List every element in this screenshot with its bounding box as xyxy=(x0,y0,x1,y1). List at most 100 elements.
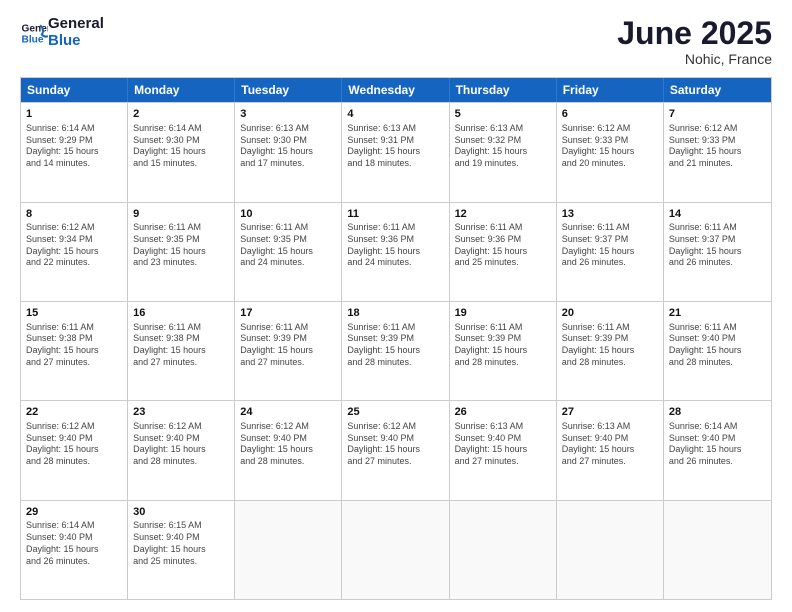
cal-cell xyxy=(450,501,557,599)
day-number: 23 xyxy=(133,405,229,420)
day-info: Sunrise: 6:11 AMSunset: 9:39 PMDaylight:… xyxy=(562,322,658,369)
cal-cell: 19Sunrise: 6:11 AMSunset: 9:39 PMDayligh… xyxy=(450,302,557,400)
day-number: 13 xyxy=(562,207,658,222)
day-info: Sunrise: 6:11 AMSunset: 9:38 PMDaylight:… xyxy=(26,322,122,369)
day-info: Sunrise: 6:11 AMSunset: 9:39 PMDaylight:… xyxy=(347,322,443,369)
cal-cell: 18Sunrise: 6:11 AMSunset: 9:39 PMDayligh… xyxy=(342,302,449,400)
logo-general: General xyxy=(48,16,104,33)
day-info: Sunrise: 6:11 AMSunset: 9:37 PMDaylight:… xyxy=(669,222,766,269)
day-number: 8 xyxy=(26,207,122,222)
day-number: 29 xyxy=(26,505,122,520)
day-number: 15 xyxy=(26,306,122,321)
cal-cell: 21Sunrise: 6:11 AMSunset: 9:40 PMDayligh… xyxy=(664,302,771,400)
day-info: Sunrise: 6:11 AMSunset: 9:39 PMDaylight:… xyxy=(455,322,551,369)
calendar-title: June 2025 xyxy=(617,16,772,51)
day-info: Sunrise: 6:13 AMSunset: 9:40 PMDaylight:… xyxy=(455,421,551,468)
cal-cell: 24Sunrise: 6:12 AMSunset: 9:40 PMDayligh… xyxy=(235,401,342,499)
col-saturday: Saturday xyxy=(664,78,771,102)
day-number: 21 xyxy=(669,306,766,321)
day-number: 6 xyxy=(562,107,658,122)
cal-cell: 25Sunrise: 6:12 AMSunset: 9:40 PMDayligh… xyxy=(342,401,449,499)
cal-cell: 22Sunrise: 6:12 AMSunset: 9:40 PMDayligh… xyxy=(21,401,128,499)
day-number: 4 xyxy=(347,107,443,122)
cal-cell: 4Sunrise: 6:13 AMSunset: 9:31 PMDaylight… xyxy=(342,103,449,201)
day-info: Sunrise: 6:11 AMSunset: 9:40 PMDaylight:… xyxy=(669,322,766,369)
cal-cell: 9Sunrise: 6:11 AMSunset: 9:35 PMDaylight… xyxy=(128,203,235,301)
day-number: 20 xyxy=(562,306,658,321)
cal-cell: 10Sunrise: 6:11 AMSunset: 9:35 PMDayligh… xyxy=(235,203,342,301)
svg-text:General: General xyxy=(22,23,48,34)
day-info: Sunrise: 6:11 AMSunset: 9:35 PMDaylight:… xyxy=(133,222,229,269)
day-number: 30 xyxy=(133,505,229,520)
day-info: Sunrise: 6:12 AMSunset: 9:33 PMDaylight:… xyxy=(562,123,658,170)
page: General Blue General Blue June 2025 Nohi… xyxy=(0,0,792,612)
day-number: 7 xyxy=(669,107,766,122)
day-info: Sunrise: 6:11 AMSunset: 9:38 PMDaylight:… xyxy=(133,322,229,369)
day-number: 5 xyxy=(455,107,551,122)
col-sunday: Sunday xyxy=(21,78,128,102)
day-info: Sunrise: 6:12 AMSunset: 9:33 PMDaylight:… xyxy=(669,123,766,170)
day-number: 26 xyxy=(455,405,551,420)
col-wednesday: Wednesday xyxy=(342,78,449,102)
cal-cell: 30Sunrise: 6:15 AMSunset: 9:40 PMDayligh… xyxy=(128,501,235,599)
calendar: Sunday Monday Tuesday Wednesday Thursday… xyxy=(20,77,772,600)
cal-cell xyxy=(342,501,449,599)
cal-cell: 13Sunrise: 6:11 AMSunset: 9:37 PMDayligh… xyxy=(557,203,664,301)
week-row-1: 1Sunrise: 6:14 AMSunset: 9:29 PMDaylight… xyxy=(21,102,771,201)
calendar-subtitle: Nohic, France xyxy=(617,51,772,67)
day-number: 1 xyxy=(26,107,122,122)
week-row-2: 8Sunrise: 6:12 AMSunset: 9:34 PMDaylight… xyxy=(21,202,771,301)
day-number: 28 xyxy=(669,405,766,420)
day-number: 16 xyxy=(133,306,229,321)
day-number: 17 xyxy=(240,306,336,321)
cal-cell: 14Sunrise: 6:11 AMSunset: 9:37 PMDayligh… xyxy=(664,203,771,301)
logo-blue: Blue xyxy=(48,33,104,50)
cal-cell: 28Sunrise: 6:14 AMSunset: 9:40 PMDayligh… xyxy=(664,401,771,499)
day-number: 19 xyxy=(455,306,551,321)
cal-cell: 26Sunrise: 6:13 AMSunset: 9:40 PMDayligh… xyxy=(450,401,557,499)
day-info: Sunrise: 6:12 AMSunset: 9:40 PMDaylight:… xyxy=(133,421,229,468)
calendar-body: 1Sunrise: 6:14 AMSunset: 9:29 PMDaylight… xyxy=(21,102,771,599)
day-number: 12 xyxy=(455,207,551,222)
cal-cell: 1Sunrise: 6:14 AMSunset: 9:29 PMDaylight… xyxy=(21,103,128,201)
day-info: Sunrise: 6:12 AMSunset: 9:40 PMDaylight:… xyxy=(347,421,443,468)
title-block: June 2025 Nohic, France xyxy=(617,16,772,67)
day-number: 27 xyxy=(562,405,658,420)
day-info: Sunrise: 6:13 AMSunset: 9:30 PMDaylight:… xyxy=(240,123,336,170)
day-info: Sunrise: 6:14 AMSunset: 9:40 PMDaylight:… xyxy=(26,520,122,567)
day-number: 24 xyxy=(240,405,336,420)
cal-cell: 23Sunrise: 6:12 AMSunset: 9:40 PMDayligh… xyxy=(128,401,235,499)
week-row-5: 29Sunrise: 6:14 AMSunset: 9:40 PMDayligh… xyxy=(21,500,771,599)
header: General Blue General Blue June 2025 Nohi… xyxy=(20,16,772,67)
day-info: Sunrise: 6:13 AMSunset: 9:31 PMDaylight:… xyxy=(347,123,443,170)
day-info: Sunrise: 6:11 AMSunset: 9:37 PMDaylight:… xyxy=(562,222,658,269)
cal-cell: 3Sunrise: 6:13 AMSunset: 9:30 PMDaylight… xyxy=(235,103,342,201)
cal-cell: 17Sunrise: 6:11 AMSunset: 9:39 PMDayligh… xyxy=(235,302,342,400)
day-number: 3 xyxy=(240,107,336,122)
day-number: 9 xyxy=(133,207,229,222)
day-info: Sunrise: 6:14 AMSunset: 9:30 PMDaylight:… xyxy=(133,123,229,170)
cal-cell xyxy=(557,501,664,599)
day-info: Sunrise: 6:14 AMSunset: 9:40 PMDaylight:… xyxy=(669,421,766,468)
col-tuesday: Tuesday xyxy=(235,78,342,102)
cal-cell: 12Sunrise: 6:11 AMSunset: 9:36 PMDayligh… xyxy=(450,203,557,301)
day-info: Sunrise: 6:11 AMSunset: 9:36 PMDaylight:… xyxy=(455,222,551,269)
day-number: 11 xyxy=(347,207,443,222)
cal-cell: 11Sunrise: 6:11 AMSunset: 9:36 PMDayligh… xyxy=(342,203,449,301)
day-info: Sunrise: 6:12 AMSunset: 9:40 PMDaylight:… xyxy=(240,421,336,468)
cal-cell: 7Sunrise: 6:12 AMSunset: 9:33 PMDaylight… xyxy=(664,103,771,201)
day-number: 10 xyxy=(240,207,336,222)
cal-cell: 16Sunrise: 6:11 AMSunset: 9:38 PMDayligh… xyxy=(128,302,235,400)
day-info: Sunrise: 6:13 AMSunset: 9:32 PMDaylight:… xyxy=(455,123,551,170)
day-number: 14 xyxy=(669,207,766,222)
cal-cell xyxy=(235,501,342,599)
col-friday: Friday xyxy=(557,78,664,102)
calendar-header: Sunday Monday Tuesday Wednesday Thursday… xyxy=(21,78,771,102)
cal-cell: 15Sunrise: 6:11 AMSunset: 9:38 PMDayligh… xyxy=(21,302,128,400)
cal-cell: 29Sunrise: 6:14 AMSunset: 9:40 PMDayligh… xyxy=(21,501,128,599)
day-info: Sunrise: 6:11 AMSunset: 9:35 PMDaylight:… xyxy=(240,222,336,269)
cal-cell: 5Sunrise: 6:13 AMSunset: 9:32 PMDaylight… xyxy=(450,103,557,201)
day-number: 18 xyxy=(347,306,443,321)
cal-cell: 27Sunrise: 6:13 AMSunset: 9:40 PMDayligh… xyxy=(557,401,664,499)
svg-text:Blue: Blue xyxy=(22,34,44,45)
